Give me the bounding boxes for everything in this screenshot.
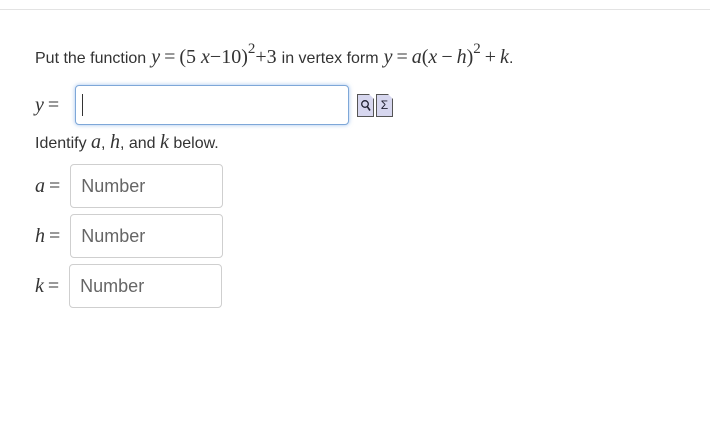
field-label-a: a = — [35, 174, 61, 197]
math-tools: Σ — [357, 93, 393, 117]
h-placeholder: Number — [81, 225, 146, 246]
prompt-prefix: Put the function — [35, 50, 147, 67]
h-input[interactable]: Number — [70, 214, 224, 258]
top-divider — [0, 9, 710, 10]
a-input[interactable]: Number — [70, 164, 224, 208]
preview-icon[interactable] — [357, 93, 374, 117]
given-function: y = (5 x−10)2+3 — [151, 41, 277, 68]
field-row-h: h = Number — [35, 214, 224, 258]
sigma-icon[interactable]: Σ — [376, 93, 393, 117]
k-placeholder: Number — [80, 275, 145, 296]
field-row-k: k = Number — [35, 264, 223, 308]
field-row-a: a = Number — [35, 164, 224, 208]
field-label-h: h = — [35, 224, 61, 247]
prompt-middle: in vertex form — [281, 50, 379, 67]
a-placeholder: Number — [81, 175, 146, 196]
answer-row: y = Σ — [35, 83, 393, 127]
answer-input[interactable] — [75, 85, 349, 125]
field-label-k: k = — [35, 274, 60, 297]
text-caret — [82, 94, 83, 116]
vertex-form: y = a(x − h)2 + k — [383, 41, 509, 68]
question-prompt: Put the function y = (5 x−10)2+3 in vertex… — [35, 41, 514, 68]
k-input[interactable]: Number — [69, 264, 223, 308]
identify-instruction: Identify a, h, and k below. — [35, 131, 219, 153]
magnifier-glyph — [361, 99, 371, 111]
answer-label: y = — [35, 93, 60, 116]
